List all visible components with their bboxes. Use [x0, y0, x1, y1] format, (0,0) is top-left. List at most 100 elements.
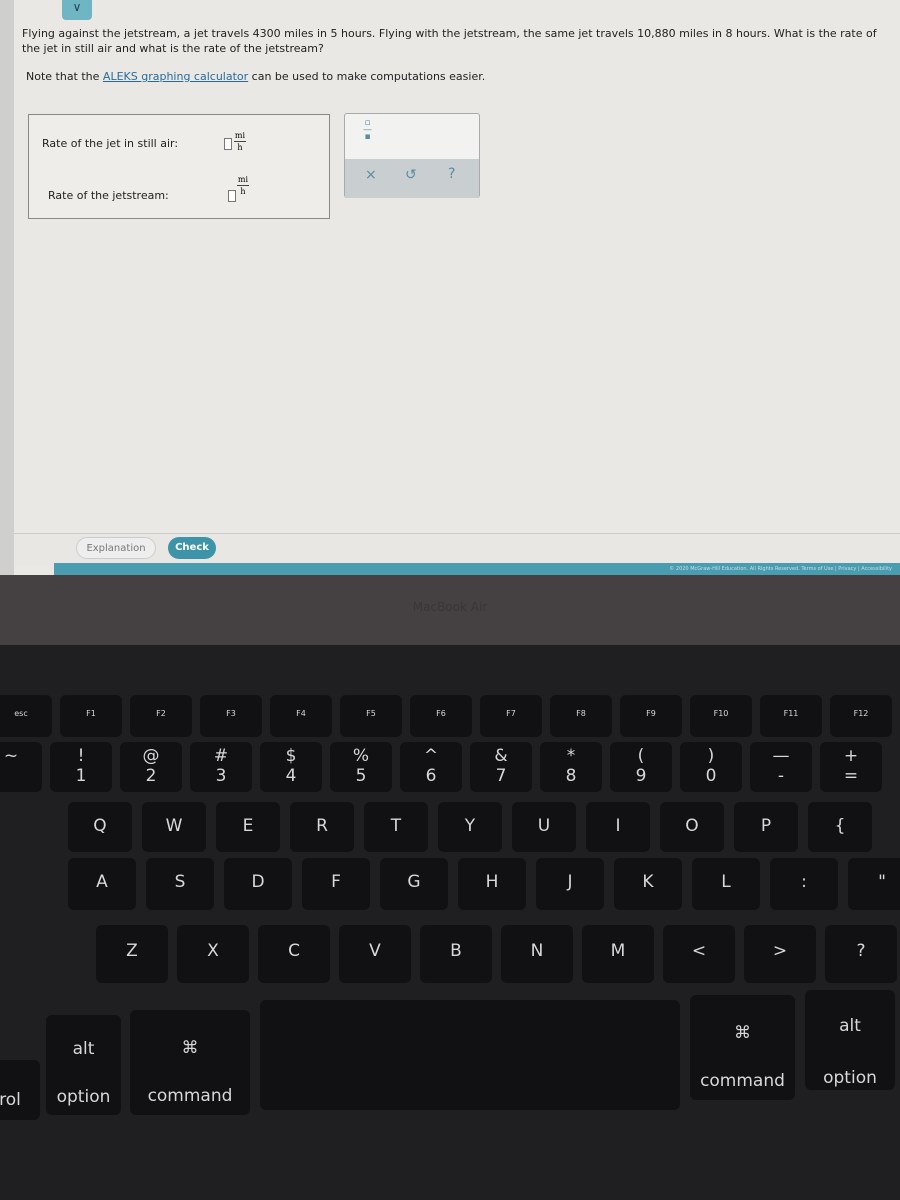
key-10[interactable]: { [808, 802, 872, 852]
key-8[interactable]: * 8 [540, 742, 602, 792]
key-12[interactable]: + = [820, 742, 882, 792]
key-label: — [772, 746, 790, 766]
left-panel [0, 0, 14, 575]
key-6[interactable]: ^ 6 [400, 742, 462, 792]
unit-mi-per-h: mi h [237, 175, 249, 196]
key-8[interactable]: O [660, 802, 724, 852]
key-0[interactable]: ~ [0, 742, 42, 792]
key-label: : [801, 872, 807, 892]
key-11[interactable]: — - [750, 742, 812, 792]
command-right-key[interactable]: ⌘ command [690, 995, 795, 1100]
still-air-label: Rate of the jet in still air: [42, 137, 179, 150]
key-f4[interactable]: F4 [270, 695, 332, 737]
check-button[interactable]: Check [168, 537, 216, 559]
key-label: Q [93, 816, 107, 836]
key-4[interactable]: B [420, 925, 492, 983]
key-5[interactable]: H [458, 858, 526, 910]
key-label: & [494, 746, 508, 766]
key-label: F8 [576, 709, 586, 718]
key-3[interactable]: V [339, 925, 411, 983]
key-3[interactable]: F [302, 858, 370, 910]
key-f5[interactable]: F5 [340, 695, 402, 737]
math-toolbar: ▫ — ▪ × ↺ ? [344, 113, 480, 198]
key-1[interactable]: X [177, 925, 249, 983]
undo-button[interactable]: ↺ [405, 167, 417, 183]
key-2[interactable]: E [216, 802, 280, 852]
collapse-toggle[interactable]: ∨ [62, 0, 92, 20]
key-f7[interactable]: F7 [480, 695, 542, 737]
key-1[interactable]: ! 1 [50, 742, 112, 792]
key-f2[interactable]: F2 [130, 695, 192, 737]
key-f10[interactable]: F10 [690, 695, 752, 737]
clear-button[interactable]: × [365, 167, 377, 183]
key-6[interactable]: J [536, 858, 604, 910]
key-9[interactable]: (9 [610, 742, 672, 792]
explanation-button[interactable]: Explanation [76, 537, 156, 559]
option-left-key[interactable]: alt option [46, 1015, 121, 1115]
key-f3[interactable]: F3 [200, 695, 262, 737]
key-esc[interactable]: esc [0, 695, 52, 737]
key-2[interactable]: @2 [120, 742, 182, 792]
key-4[interactable]: T [364, 802, 428, 852]
command-left-key[interactable]: ⌘ command [130, 1010, 250, 1115]
key-1[interactable]: S [146, 858, 214, 910]
key-f11[interactable]: F11 [760, 695, 822, 737]
key-4[interactable]: G [380, 858, 448, 910]
key-label: ⌘ [734, 1023, 751, 1043]
key-7[interactable]: & 7 [470, 742, 532, 792]
key-7[interactable]: < [663, 925, 735, 983]
jetstream-input[interactable] [228, 190, 236, 202]
key-label: E [242, 816, 254, 836]
key-2[interactable]: C [258, 925, 330, 983]
key-10[interactable]: " [848, 858, 900, 910]
key-3[interactable]: #3 [190, 742, 252, 792]
key-9[interactable]: P [734, 802, 798, 852]
unit-denominator: h [237, 143, 243, 152]
key-10[interactable]: ) 0 [680, 742, 742, 792]
key-label: F [331, 872, 341, 892]
key-label: K [642, 872, 654, 892]
space-bar[interactable] [260, 1000, 680, 1110]
key-label: F12 [853, 709, 869, 718]
key-2[interactable]: D [224, 858, 292, 910]
control-key[interactable]: rol [0, 1060, 40, 1120]
key-f6[interactable]: F6 [410, 695, 472, 737]
key-label: 2 [145, 766, 157, 786]
fraction-icon[interactable]: ▫ — ▪ [363, 119, 372, 142]
key-f12[interactable]: F12 [830, 695, 892, 737]
key-5[interactable]: Y [438, 802, 502, 852]
key-3[interactable]: R [290, 802, 354, 852]
key-label: < [691, 941, 707, 961]
key-5[interactable]: % 5 [330, 742, 392, 792]
still-air-input[interactable] [224, 138, 232, 150]
option-right-key[interactable]: alt option [805, 990, 895, 1090]
key-f8[interactable]: F8 [550, 695, 612, 737]
key-9[interactable]: ? [825, 925, 897, 983]
key-0[interactable]: Q [68, 802, 132, 852]
key-label: % [352, 746, 370, 766]
key-0[interactable]: Z [96, 925, 168, 983]
key-f1[interactable]: F1 [60, 695, 122, 737]
key-4[interactable]: $4 [260, 742, 322, 792]
key-8[interactable]: > [744, 925, 816, 983]
key-label: 0 [705, 766, 717, 786]
unit-denominator: h [240, 187, 246, 196]
key-0[interactable]: A [68, 858, 136, 910]
help-button[interactable]: ? [448, 166, 455, 182]
key-label: + [843, 746, 859, 766]
key-8[interactable]: L [692, 858, 760, 910]
key-6[interactable]: M [582, 925, 654, 983]
key-7[interactable]: K [614, 858, 682, 910]
key-label: U [537, 816, 551, 836]
key-5[interactable]: N [501, 925, 573, 983]
key-6[interactable]: U [512, 802, 576, 852]
key-label: 1 [75, 766, 87, 786]
key-label: F4 [296, 709, 306, 718]
key-f9[interactable]: F9 [620, 695, 682, 737]
key-9[interactable]: : [770, 858, 838, 910]
calculator-link[interactable]: ALEKS graphing calculator [103, 70, 248, 83]
key-7[interactable]: I [586, 802, 650, 852]
key-label: ) [707, 746, 715, 766]
key-1[interactable]: W [142, 802, 206, 852]
key-label: command [700, 1071, 785, 1091]
